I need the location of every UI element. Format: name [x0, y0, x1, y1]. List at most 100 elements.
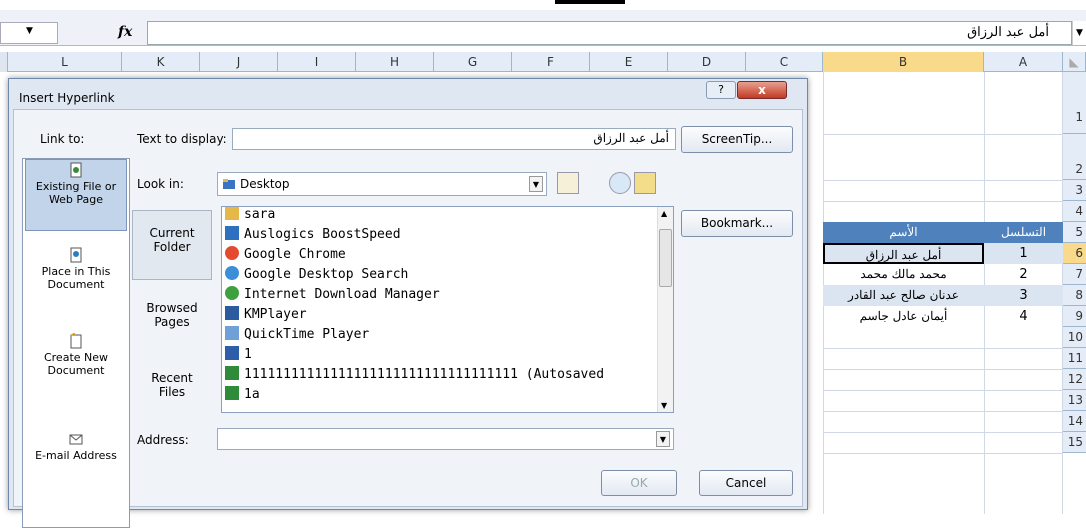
col-edge: [0, 52, 8, 72]
scroll-up-icon[interactable]: ▲: [661, 209, 667, 218]
formula-value: أمل عبد الرزاق: [967, 25, 1049, 40]
text-to-display-label: Text to display:: [137, 132, 227, 146]
document-globe-icon: [70, 162, 82, 178]
row-header-9[interactable]: 9: [1063, 306, 1086, 327]
dialog-title: Insert Hyperlink: [19, 91, 115, 105]
row-header-14[interactable]: 14: [1063, 411, 1086, 432]
row-header-4[interactable]: 4: [1063, 201, 1086, 222]
fx-icon[interactable]: fx: [118, 24, 132, 40]
col-header-C[interactable]: C: [746, 52, 823, 72]
link-to-existing-l1: Existing File or: [35, 180, 117, 193]
cell-B7[interactable]: محمد مالك محمد: [823, 264, 984, 285]
link-to-email-address[interactable]: E-mail Address: [25, 429, 127, 479]
row-header-1[interactable]: 1: [1063, 72, 1086, 134]
link-to-create-new-document[interactable]: Create New Document: [25, 331, 127, 391]
file-item[interactable]: sara: [225, 207, 276, 225]
up-folder-icon[interactable]: [557, 172, 579, 194]
file-item[interactable]: Google Desktop Search: [225, 265, 408, 285]
cell-A6[interactable]: 1: [984, 243, 1063, 264]
file-item[interactable]: 1a: [225, 385, 260, 405]
link-to-place-l2: Document: [47, 278, 105, 291]
row-header-12[interactable]: 12: [1063, 369, 1086, 390]
scroll-down-icon[interactable]: ▼: [661, 401, 667, 410]
row-header-6[interactable]: 6: [1063, 243, 1086, 264]
link-to-existing-file[interactable]: Existing File or Web Page: [25, 159, 127, 231]
row-header-5[interactable]: 5: [1063, 222, 1086, 243]
scroll-thumb[interactable]: [659, 229, 672, 287]
excel-doc-icon: [225, 366, 239, 380]
file-item[interactable]: Auslogics BoostSpeed: [225, 225, 401, 245]
row-header-10[interactable]: 10: [1063, 327, 1086, 348]
expand-formula-icon[interactable]: ▼: [1072, 21, 1086, 45]
cell-A7[interactable]: 2: [984, 264, 1063, 285]
file-list[interactable]: sara Auslogics BoostSpeed Google Chrome …: [221, 206, 674, 413]
col-header-E[interactable]: E: [590, 52, 668, 72]
row-header-8[interactable]: 8: [1063, 285, 1086, 306]
file-list-scrollbar[interactable]: ▲ ▼: [657, 207, 673, 412]
file-item-label: Auslogics BoostSpeed: [244, 227, 401, 242]
cell-B9[interactable]: أيمان عادل جاسم: [823, 306, 984, 327]
side-current-l2: Folder: [153, 240, 191, 254]
link-to-label: Link to:: [40, 132, 85, 146]
col-header-G[interactable]: G: [434, 52, 512, 72]
file-item-label: QuickTime Player: [244, 327, 370, 342]
cell-B6-selected[interactable]: أمل عبد الرزاق: [823, 243, 984, 264]
grid-line: [823, 348, 1063, 349]
row-header-15[interactable]: 15: [1063, 432, 1086, 453]
file-item[interactable]: KMPlayer: [225, 305, 307, 325]
link-to-existing-l2: Web Page: [48, 193, 104, 206]
side-current-folder[interactable]: Current Folder: [132, 210, 212, 280]
browse-file-icon[interactable]: [634, 172, 656, 194]
file-item-label: sara: [244, 207, 276, 222]
text-to-display-input[interactable]: أمل عبد الرزاق: [232, 128, 676, 150]
address-dropdown-icon[interactable]: ▼: [656, 431, 670, 447]
ok-button[interactable]: OK: [601, 470, 677, 496]
screentip-button[interactable]: ScreenTip...: [681, 126, 793, 153]
row-header-11[interactable]: 11: [1063, 348, 1086, 369]
close-button[interactable]: x: [737, 81, 787, 99]
word-doc-icon: [225, 346, 239, 360]
top-strip: [0, 0, 1086, 10]
cell-A9[interactable]: 4: [984, 306, 1063, 327]
cell-B5-header[interactable]: الأسم: [823, 222, 984, 243]
file-item[interactable]: 1: [225, 345, 252, 365]
col-header-K[interactable]: K: [122, 52, 200, 72]
link-to-place-in-document[interactable]: Place in This Document: [25, 245, 127, 305]
col-header-H[interactable]: H: [356, 52, 434, 72]
folder-icon: [225, 207, 239, 220]
look-in-select[interactable]: Desktop ▼: [217, 172, 547, 196]
text-to-display-value: أمل عبد الرزاق: [593, 131, 669, 145]
select-all-corner[interactable]: ◣: [1063, 52, 1086, 72]
col-header-L[interactable]: L: [8, 52, 122, 72]
row-header-2[interactable]: 2: [1063, 134, 1086, 180]
row-header-7[interactable]: 7: [1063, 264, 1086, 285]
cell-A8[interactable]: 3: [984, 285, 1063, 306]
col-header-B[interactable]: B: [823, 52, 984, 72]
side-recent-files[interactable]: Recent Files: [132, 365, 212, 415]
address-input[interactable]: ▼: [217, 428, 674, 450]
cell-A5-header[interactable]: التسلسل: [984, 222, 1063, 243]
row-header-13[interactable]: 13: [1063, 390, 1086, 411]
file-item[interactable]: Internet Download Manager: [225, 285, 440, 305]
help-button[interactable]: ?: [706, 81, 736, 99]
col-header-F[interactable]: F: [512, 52, 590, 72]
browse-web-icon[interactable]: [609, 172, 631, 194]
row-header-3[interactable]: 3: [1063, 180, 1086, 201]
look-in-dropdown-icon[interactable]: ▼: [529, 176, 543, 192]
side-browsed-pages[interactable]: Browsed Pages: [132, 295, 212, 345]
cancel-button[interactable]: Cancel: [699, 470, 793, 496]
bookmark-button[interactable]: Bookmark...: [681, 210, 793, 237]
col-header-D[interactable]: D: [668, 52, 746, 72]
file-item[interactable]: QuickTime Player: [225, 325, 369, 345]
col-header-I[interactable]: I: [278, 52, 356, 72]
file-item[interactable]: 11111111111111111111111111111111111 (Aut…: [225, 365, 604, 385]
name-box-dropdown-icon[interactable]: ▼: [26, 26, 33, 36]
grid-line: [823, 411, 1063, 412]
grid-line: [823, 453, 1063, 454]
col-header-J[interactable]: J: [200, 52, 278, 72]
dialog-body: Link to: Text to display: أمل عبد الرزاق…: [13, 109, 803, 528]
cell-B8[interactable]: عدنان صالح عبد القادر: [823, 285, 984, 306]
col-header-A[interactable]: A: [984, 52, 1063, 72]
formula-input[interactable]: أمل عبد الرزاق: [147, 21, 1072, 45]
file-item[interactable]: Google Chrome: [225, 245, 346, 265]
